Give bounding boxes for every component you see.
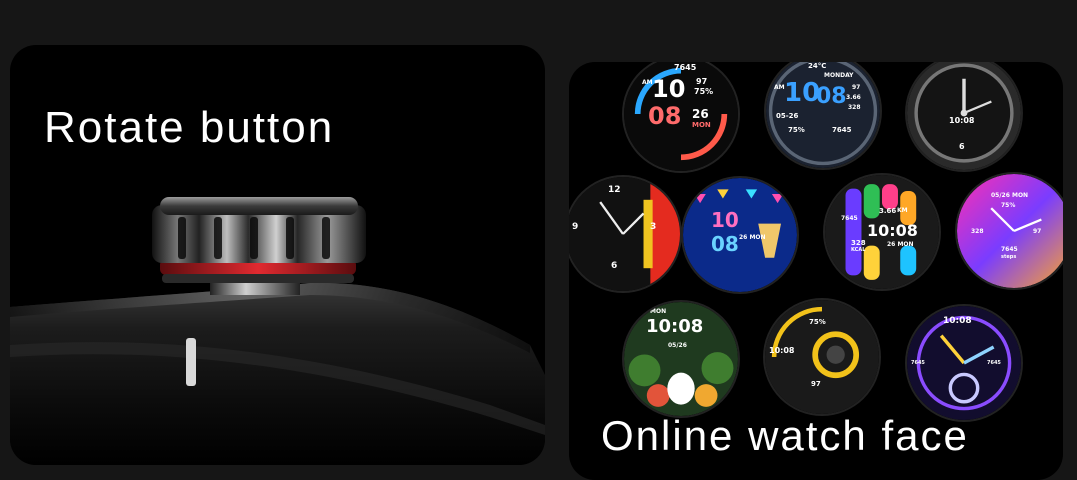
- face-1-battery: 75%: [694, 87, 714, 96]
- face-8-day: MON: [650, 308, 667, 315]
- face-5-minute: 08: [711, 232, 739, 256]
- face-2-minute: 08: [816, 84, 847, 109]
- watch-face-5: 10 08 26 MON: [683, 178, 797, 292]
- face-1-minute: 08: [648, 102, 682, 130]
- face-9-heart: 97: [811, 380, 821, 388]
- face-5-date: 26 MON: [739, 234, 766, 241]
- face-2-kcal: 328: [848, 104, 861, 111]
- face-1-hour: 10: [652, 75, 686, 103]
- face-10-steps-right: 7645: [987, 360, 1001, 366]
- face-7-battery: 75%: [1001, 202, 1016, 209]
- face-2-date: 05-26: [776, 112, 799, 120]
- face-6-date: 26 MON: [887, 241, 914, 248]
- face-1-weekday: MON: [692, 121, 711, 129]
- watch-face-8: 10:08 MON 05/26: [624, 302, 738, 416]
- face-2-day: MONDAY: [824, 72, 854, 79]
- watch-face-9: 75% 10:08 97: [765, 300, 879, 414]
- face-1-ampm: AM: [642, 79, 653, 86]
- face-10-time: 10:08: [943, 316, 972, 326]
- face-3-time: 10:08: [949, 116, 975, 125]
- face-7-heart: 97: [1033, 228, 1042, 235]
- face-6-km: KM: [897, 207, 908, 214]
- face-2-heart: 97: [852, 84, 861, 91]
- watch-face-3: 10:08 6: [907, 62, 1021, 170]
- face-6-kcal-value: 328: [851, 239, 866, 247]
- face-2-battery: 75%: [788, 126, 805, 134]
- face-5-hour: 10: [711, 208, 739, 232]
- face-8-time: 10:08: [646, 316, 704, 337]
- face-2-hour: 10: [784, 78, 821, 108]
- online-watch-face-caption: Online watch face: [601, 412, 969, 459]
- face-10-steps-left: 7645: [911, 360, 925, 366]
- rotate-button-panel: Rotate button: [10, 45, 545, 465]
- face-2-distance: 3.66: [846, 94, 861, 101]
- face-7-steps-label: steps: [1001, 254, 1017, 260]
- face-6-time: 10:08: [867, 221, 918, 240]
- face-9-battery: 75%: [809, 318, 826, 326]
- face-7-kcal: 328: [971, 228, 984, 235]
- face-4-six: 6: [611, 261, 618, 271]
- face-2-temp: 24°C: [808, 62, 827, 70]
- face-4-nine: 9: [572, 222, 579, 232]
- face-4-three: 3: [650, 222, 657, 232]
- watch-face-4: 12 6 3 9: [569, 177, 680, 291]
- face-1-day: 26: [692, 107, 709, 121]
- watch-face-2: 24°C MONDAY AM 10 08 97 3.66 328 05-26 7…: [766, 62, 880, 168]
- face-3-six: 6: [959, 142, 965, 151]
- watch-face-1: 7645 10 08 97 75% 26 MON AM: [624, 62, 738, 171]
- face-9-time: 10:08: [769, 346, 795, 355]
- face-6-kcal-label: KCAL: [851, 247, 866, 253]
- rotate-button-title: Rotate button: [44, 103, 335, 152]
- face-1-steps: 7645: [674, 63, 697, 72]
- face-6-distance: 3.66: [879, 207, 897, 215]
- face-2-steps: 7645: [832, 126, 852, 134]
- face-8-date: 05/26: [668, 342, 687, 349]
- watch-face-10: 10:08 7645 7645: [907, 306, 1021, 420]
- page: Rotate button 7645 10 08 97 75% 26 MON A…: [0, 0, 1077, 480]
- face-1-heart: 97: [696, 77, 708, 86]
- watch-face-7: 05/26 MON 75% 328 97 7645 steps: [957, 174, 1063, 288]
- watch-face-6: 3.66 KM 7645 10:08 328 KCAL 26 MON: [825, 175, 939, 289]
- online-watch-face-panel: 7645 10 08 97 75% 26 MON AM 24°C MONDAY …: [569, 62, 1063, 480]
- face-4-twelve: 12: [608, 185, 621, 195]
- face-7-steps: 7645: [1001, 246, 1018, 253]
- face-7-date: 05/26 MON: [991, 192, 1029, 199]
- face-6-steps: 7645: [841, 215, 858, 222]
